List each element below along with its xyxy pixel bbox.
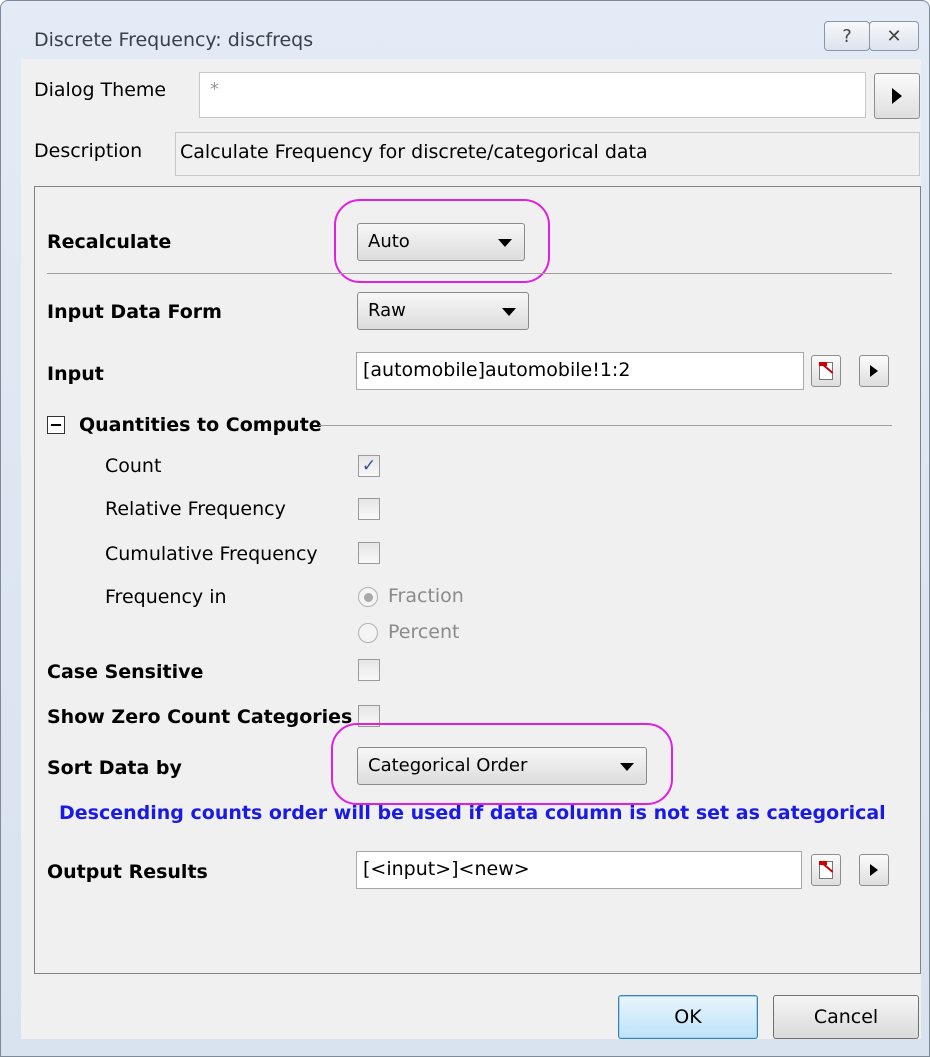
highlight-recalculate [334, 199, 550, 283]
fraction-label: Fraction [388, 585, 464, 607]
input-data-form-value: Raw [368, 300, 406, 321]
description-field: Calculate Frequency for discrete/categor… [175, 132, 920, 176]
show-zero-label: Show Zero Count Categories [47, 706, 353, 728]
dialog-theme-field[interactable]: * [199, 72, 866, 118]
input-range-button[interactable] [811, 355, 841, 387]
description-label: Description [34, 140, 143, 162]
quantities-section-label: Quantities to Compute [79, 414, 322, 436]
input-data-form-dropdown[interactable]: Raw [357, 292, 529, 330]
checkmark-icon: ✓ [361, 456, 377, 476]
percent-label: Percent [388, 621, 460, 643]
dialog-window: Discrete Frequency: discfreqs ? ✕ Dialog… [0, 0, 930, 1057]
relative-frequency-label: Relative Frequency [105, 498, 286, 520]
output-results-label: Output Results [47, 861, 208, 883]
info-note: Descending counts order will be used if … [59, 802, 886, 824]
select-range-icon [816, 860, 836, 880]
help-icon: ? [842, 25, 852, 47]
frequency-in-label: Frequency in [105, 586, 227, 608]
input-field[interactable]: [automobile]automobile!1:2 [356, 352, 804, 390]
case-sensitive-checkbox[interactable] [358, 659, 380, 681]
arrow-right-icon [892, 88, 902, 104]
cancel-button[interactable]: Cancel [773, 995, 919, 1039]
close-icon: ✕ [886, 25, 902, 47]
close-button[interactable]: ✕ [869, 21, 919, 51]
case-sensitive-label: Case Sensitive [47, 661, 204, 683]
cumulative-frequency-checkbox[interactable] [358, 542, 380, 564]
cumulative-frequency-label: Cumulative Frequency [105, 543, 318, 565]
highlight-sort-data [331, 723, 673, 805]
select-range-icon [816, 361, 836, 381]
input-menu-button[interactable] [859, 355, 889, 387]
output-results-field[interactable]: [<input>]<new> [356, 851, 802, 889]
chevron-down-icon [502, 308, 516, 316]
input-label: Input [47, 363, 104, 385]
separator [47, 273, 892, 274]
help-button[interactable]: ? [824, 21, 870, 51]
output-range-button[interactable] [811, 854, 841, 886]
ok-button[interactable]: OK [618, 995, 758, 1039]
count-label: Count [105, 455, 162, 477]
collapse-icon[interactable] [47, 416, 65, 434]
window-title: Discrete Frequency: discfreqs [34, 29, 314, 51]
arrow-right-icon [870, 864, 878, 876]
recalculate-label: Recalculate [47, 231, 172, 253]
sort-data-label: Sort Data by [47, 757, 182, 779]
section-separator [319, 425, 892, 426]
input-data-form-label: Input Data Form [47, 301, 222, 323]
relative-frequency-checkbox[interactable] [358, 498, 380, 520]
output-menu-button[interactable] [859, 854, 889, 886]
arrow-right-icon [870, 365, 878, 377]
percent-radio[interactable] [358, 623, 378, 643]
fraction-radio[interactable] [358, 587, 378, 607]
theme-menu-button[interactable] [874, 73, 920, 119]
dialog-theme-label: Dialog Theme [34, 79, 167, 101]
count-checkbox[interactable]: ✓ [358, 455, 380, 477]
